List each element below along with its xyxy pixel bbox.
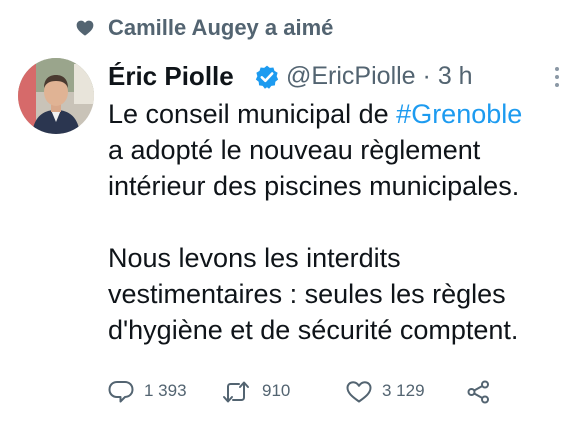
share-icon (467, 380, 489, 404)
hashtag-link[interactable]: #Grenoble (396, 99, 522, 129)
tweet-text-line-2: a adopté le nouveau règlement (108, 135, 481, 165)
author-name[interactable]: Éric Piolle (108, 60, 234, 92)
more-icon[interactable] (554, 66, 560, 88)
action-bar: 1 393 910 3 129 (108, 376, 578, 406)
tweet-text-line-6: d'hygiène et de sécurité comptent. (108, 315, 519, 345)
verified-badge-icon (255, 65, 279, 89)
avatar[interactable] (18, 58, 94, 134)
reply-count: 1 393 (144, 381, 187, 400)
tweet-text-line-4: Nous levons les interdits (108, 243, 401, 273)
tweet-text: Le conseil municipal de #Grenoble a adop… (108, 96, 568, 348)
heart-icon (76, 20, 94, 36)
avatar-photo (18, 58, 94, 134)
like-count: 3 129 (382, 381, 425, 400)
like-icon (346, 381, 372, 403)
tweet-text-line-1: Le conseil municipal de #Grenoble (108, 99, 523, 129)
tweet-text-line-3: intérieur des piscines municipales. (108, 171, 520, 201)
reply-icon (108, 381, 134, 403)
author-handle[interactable]: @EricPiolle · 3 h (286, 60, 473, 92)
social-context-text[interactable]: Camille Augey a aimé (108, 14, 333, 42)
tweet-time: 3 h (437, 62, 473, 90)
tweet-text-line-5: vestimentaires : seules les règles (108, 279, 506, 309)
retweet-icon (223, 381, 249, 403)
retweet-count: 910 (262, 381, 291, 400)
